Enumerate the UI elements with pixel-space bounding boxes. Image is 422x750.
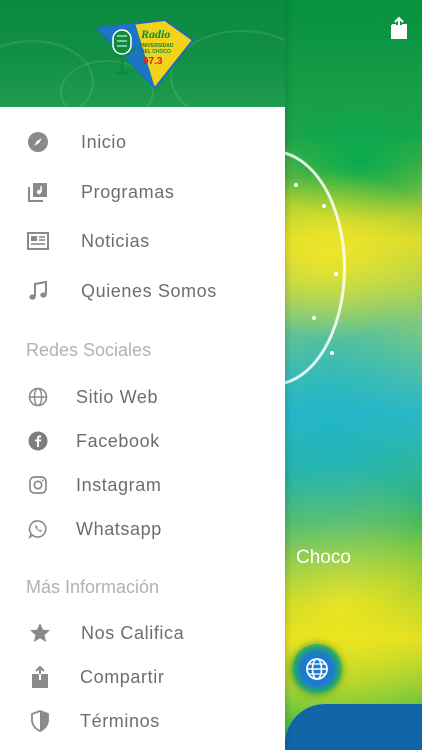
menu-label-noticias: Noticias [81, 230, 150, 251]
station-name-text: Choco [296, 547, 351, 568]
menu-item-quienes-somos[interactable]: Quienes Somos [0, 271, 285, 311]
sparkle-dot [330, 351, 334, 355]
navigation-drawer: Radio UNIVERSIDAD DEL CHOCO 97.3 Inicio … [0, 0, 285, 750]
section-title-mas-informacion: Más Información [26, 577, 160, 597]
shield-icon [28, 709, 52, 733]
bottom-decoration [285, 704, 422, 750]
menu-label-facebook: Facebook [76, 430, 160, 451]
instagram-icon [26, 473, 50, 497]
menu-label-instagram: Instagram [76, 474, 162, 495]
sparkle-dot [294, 183, 298, 187]
media-library-icon [26, 180, 50, 204]
sparkle-dot [312, 316, 316, 320]
star-icon [28, 621, 52, 645]
music-note-icon [26, 279, 50, 303]
menu-item-noticias[interactable]: Noticias [0, 221, 285, 261]
menu-item-instagram[interactable]: Instagram [0, 465, 285, 505]
menu-label-nos-califica: Nos Califica [81, 622, 185, 643]
website-button[interactable] [292, 644, 342, 694]
station-logo: Radio UNIVERSIDAD DEL CHOCO 97.3 [95, 18, 195, 90]
menu-label-terminos: Términos [80, 710, 160, 731]
menu-item-compartir[interactable]: Compartir [0, 657, 285, 697]
drawer-header: Radio UNIVERSIDAD DEL CHOCO 97.3 [0, 0, 285, 107]
menu-item-terminos[interactable]: Términos [0, 701, 285, 741]
menu-label-compartir: Compartir [80, 666, 165, 687]
menu-item-facebook[interactable]: Facebook [0, 421, 285, 461]
logo-text: DEL CHOCO [141, 49, 171, 55]
menu-item-sitio-web[interactable]: Sitio Web [0, 377, 285, 417]
menu-item-whatsapp[interactable]: Whatsapp [0, 509, 285, 549]
globe-icon [306, 658, 328, 680]
logo-text: 97.3 [143, 56, 163, 67]
facebook-icon [26, 429, 50, 453]
menu-item-programas[interactable]: Programas [0, 172, 285, 212]
menu-label-quienes-somos: Quienes Somos [81, 280, 217, 301]
compass-icon [26, 130, 50, 154]
whatsapp-icon [26, 517, 50, 541]
newspaper-icon [26, 229, 50, 253]
menu-label-inicio: Inicio [81, 131, 127, 152]
section-title-redes-sociales: Redes Sociales [26, 340, 152, 360]
menu-label-programas: Programas [81, 181, 175, 202]
menu-label-sitio-web: Sitio Web [76, 386, 159, 407]
globe-icon [26, 385, 50, 409]
sparkle-dot [334, 272, 338, 276]
menu-item-inicio[interactable]: Inicio [0, 122, 285, 162]
menu-item-nos-califica[interactable]: Nos Califica [0, 613, 285, 653]
menu-label-whatsapp: Whatsapp [76, 518, 162, 539]
share-icon[interactable] [388, 16, 410, 40]
logo-text: Radio [140, 27, 170, 41]
sparkle-dot [322, 204, 326, 208]
share-icon [28, 665, 52, 689]
